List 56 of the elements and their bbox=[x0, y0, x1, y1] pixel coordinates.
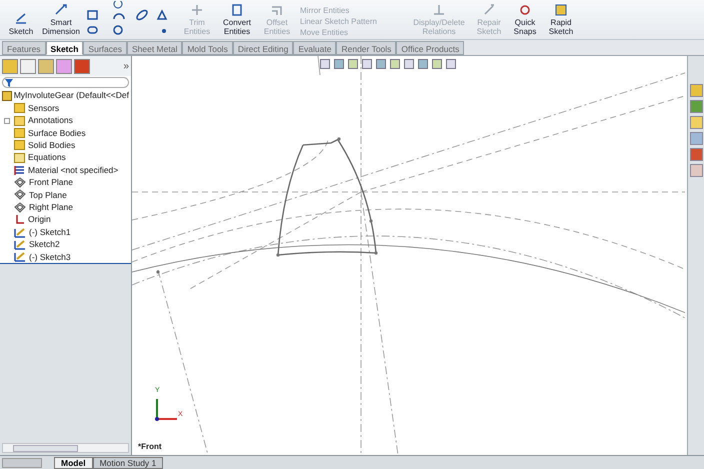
command-tab[interactable]: Direct Editing bbox=[232, 41, 294, 55]
command-tab[interactable]: Sketch bbox=[46, 41, 84, 55]
command-tab[interactable]: Sheet Metal bbox=[126, 41, 182, 55]
plane-icon bbox=[14, 177, 26, 188]
ribbon-button[interactable]: Convert Entities bbox=[220, 2, 254, 39]
command-tab[interactable]: Features bbox=[2, 41, 46, 55]
expand-panel-button[interactable]: » bbox=[123, 58, 129, 74]
tree-item[interactable]: Top Plane bbox=[29, 188, 67, 202]
filter-field[interactable] bbox=[2, 77, 129, 88]
tree-item[interactable]: (-) Sketch3 bbox=[29, 250, 71, 264]
ribbon-button[interactable]: Rapid Sketch bbox=[546, 2, 576, 39]
command-tab[interactable]: Mold Tools bbox=[182, 41, 233, 55]
command-tab[interactable]: Render Tools bbox=[336, 41, 396, 55]
tree-item[interactable]: (-) Sketch1 bbox=[29, 226, 71, 238]
sketch-icon bbox=[14, 251, 26, 262]
folder-icon bbox=[14, 128, 25, 138]
command-tab[interactable]: Surfaces bbox=[83, 41, 127, 55]
view-label: *Front bbox=[138, 441, 162, 453]
tree-item[interactable]: Material <not specified> bbox=[28, 164, 118, 177]
part-icon bbox=[2, 90, 12, 100]
sketch-icon bbox=[14, 226, 26, 238]
relations-icon bbox=[431, 2, 447, 18]
axis-triad-icon bbox=[154, 396, 178, 420]
tree-item[interactable]: Sensors bbox=[28, 102, 60, 115]
equation-icon bbox=[14, 152, 25, 163]
command-tab[interactable]: Office Products bbox=[396, 41, 464, 55]
folder-icon bbox=[14, 140, 25, 150]
folder-icon bbox=[14, 103, 25, 114]
tree-item[interactable]: Front Plane bbox=[29, 176, 73, 189]
filter-icon bbox=[5, 78, 13, 86]
rapid-icon bbox=[553, 2, 569, 18]
command-tab[interactable]: Evaluate bbox=[293, 41, 336, 55]
plane-icon bbox=[14, 202, 26, 213]
sketch-icon bbox=[14, 238, 26, 250]
ribbon-button[interactable]: Sketch bbox=[4, 11, 38, 39]
tree-item[interactable]: Sketch2 bbox=[29, 238, 60, 251]
origin-icon bbox=[14, 214, 25, 226]
expand-icon[interactable] bbox=[4, 118, 10, 124]
trim-icon bbox=[189, 2, 205, 18]
bottom-tab[interactable]: Model bbox=[54, 456, 93, 468]
material-icon bbox=[14, 164, 25, 176]
tree-root[interactable]: MyInvoluteGear (Default<<Def bbox=[14, 89, 129, 102]
tree-item[interactable]: Surface Bodies bbox=[28, 126, 86, 140]
bottom-tab[interactable]: Motion Study 1 bbox=[92, 456, 164, 468]
ribbon-button[interactable]: Smart Dimension bbox=[44, 2, 78, 39]
tree-item[interactable]: Annotations bbox=[28, 114, 73, 127]
ribbon-button[interactable]: Quick Snaps bbox=[510, 2, 540, 39]
tree-item[interactable]: Equations bbox=[28, 151, 66, 164]
annotation-icon bbox=[14, 116, 25, 126]
horizontal-scrollbar[interactable] bbox=[2, 443, 129, 453]
tree-item[interactable]: Right Plane bbox=[29, 200, 73, 214]
tree-item[interactable]: Solid Bodies bbox=[28, 139, 76, 152]
tree-item[interactable]: Origin bbox=[28, 213, 51, 226]
plane-icon bbox=[14, 189, 26, 200]
sketch-icon bbox=[13, 11, 29, 27]
folder-icon[interactable] bbox=[690, 116, 702, 129]
